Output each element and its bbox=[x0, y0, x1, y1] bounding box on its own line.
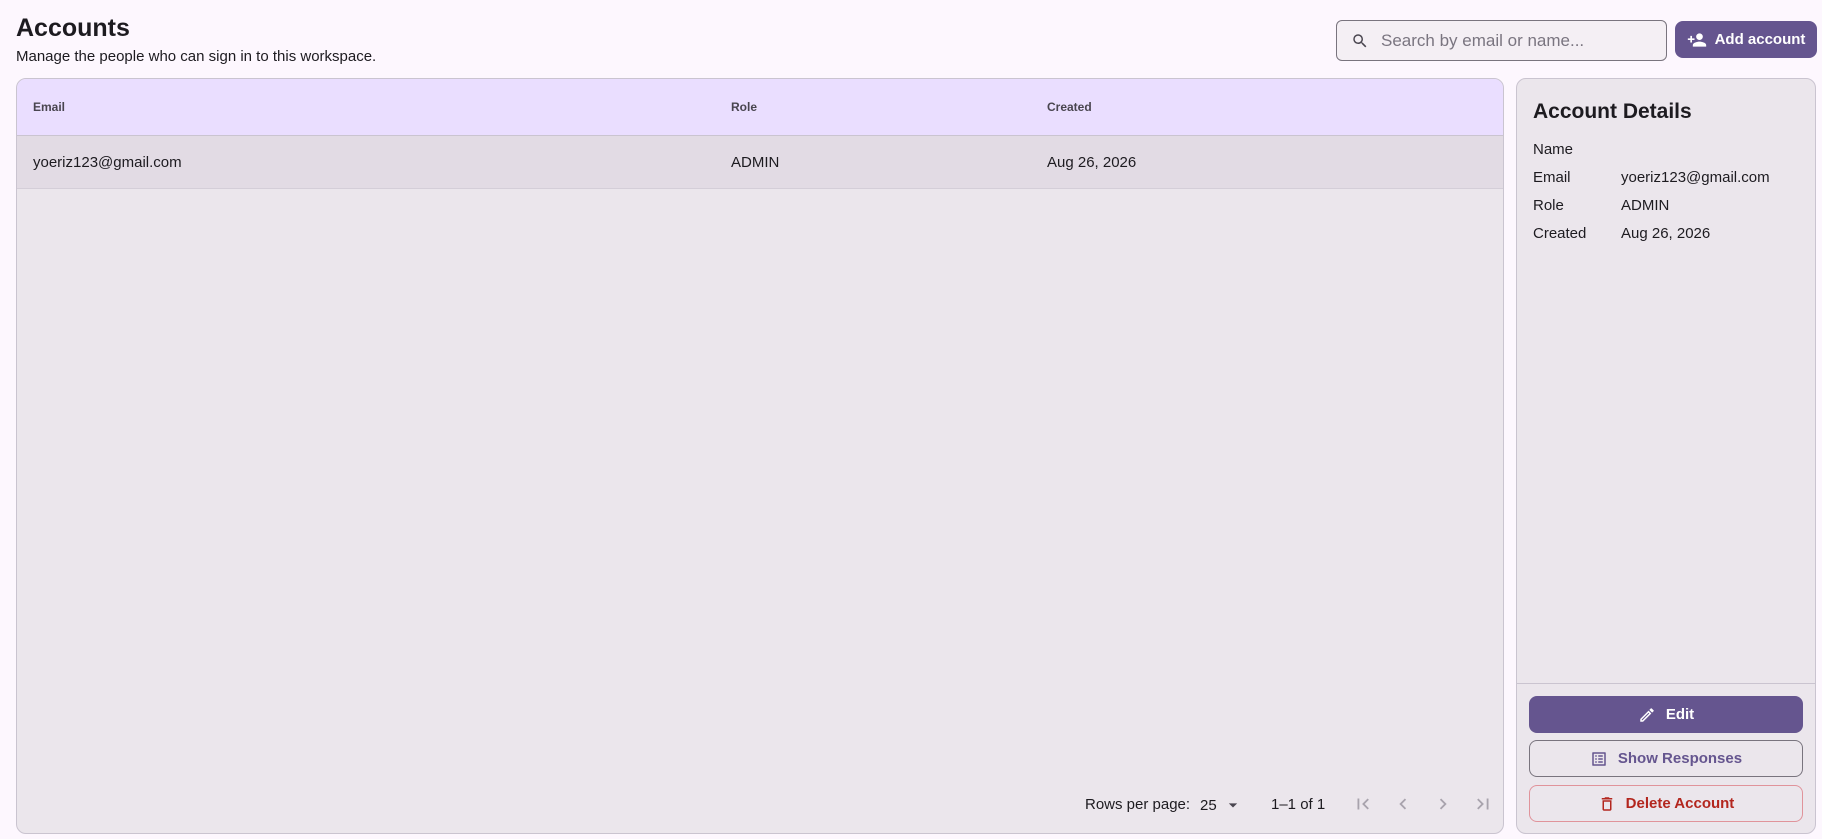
rows-per-page-label: Rows per page: bbox=[1085, 796, 1191, 813]
column-header-created[interactable]: Created bbox=[1047, 100, 1092, 114]
pagination: Rows per page: 25 1–1 of 1 bbox=[17, 777, 1503, 833]
last-page-icon[interactable] bbox=[1471, 792, 1495, 816]
show-responses-label: Show Responses bbox=[1617, 750, 1743, 767]
page-range: 1–1 of 1 bbox=[1271, 796, 1326, 813]
search-icon bbox=[1351, 32, 1369, 50]
details-title: Account Details bbox=[1533, 100, 1692, 123]
list-icon bbox=[1592, 751, 1606, 766]
delete-account-button[interactable]: Delete Account bbox=[1529, 785, 1803, 822]
table-header: Email Role Created bbox=[17, 79, 1503, 136]
details-divider bbox=[1517, 683, 1815, 684]
dropdown-arrow-icon bbox=[1228, 803, 1237, 808]
detail-label: Email bbox=[1533, 169, 1571, 186]
detail-value: yoeriz123@gmail.com bbox=[1621, 169, 1770, 186]
search-field[interactable] bbox=[1336, 20, 1667, 61]
detail-value: ADMIN bbox=[1621, 197, 1670, 214]
person-add-icon bbox=[1687, 30, 1707, 50]
trash-icon bbox=[1601, 796, 1612, 811]
page-title: Accounts bbox=[16, 14, 130, 42]
delete-account-label: Delete Account bbox=[1625, 795, 1735, 812]
page-subtitle: Manage the people who can sign in to thi… bbox=[16, 48, 377, 65]
cell-email: yoeriz123@gmail.com bbox=[33, 154, 182, 171]
add-account-label: Add account bbox=[1714, 31, 1806, 48]
add-account-button[interactable]: Add account bbox=[1675, 21, 1817, 58]
cell-role: ADMIN bbox=[731, 154, 780, 171]
column-header-email[interactable]: Email bbox=[33, 100, 65, 114]
show-responses-button[interactable]: Show Responses bbox=[1529, 740, 1803, 777]
edit-button[interactable]: Edit bbox=[1529, 696, 1803, 733]
rows-per-page-select[interactable]: 25 bbox=[1200, 795, 1243, 815]
table-row[interactable]: yoeriz123@gmail.com ADMIN Aug 26, 2026 bbox=[17, 136, 1503, 189]
previous-page-icon[interactable] bbox=[1391, 792, 1415, 816]
detail-label: Created bbox=[1533, 225, 1587, 242]
search-input[interactable] bbox=[1381, 30, 1641, 51]
edit-label: Edit bbox=[1665, 706, 1695, 723]
detail-label: Role bbox=[1533, 197, 1564, 214]
column-header-role[interactable]: Role bbox=[731, 100, 757, 114]
account-details-panel: Account Details Name Email yoeriz123@gma… bbox=[1516, 78, 1816, 834]
detail-value: Aug 26, 2026 bbox=[1621, 225, 1711, 242]
cell-created: Aug 26, 2026 bbox=[1047, 154, 1137, 171]
pencil-icon bbox=[1640, 707, 1654, 722]
accounts-table: Email Role Created yoeriz123@gmail.com A… bbox=[16, 78, 1504, 834]
detail-label: Name bbox=[1533, 141, 1574, 158]
next-page-icon[interactable] bbox=[1431, 792, 1455, 816]
first-page-icon[interactable] bbox=[1351, 792, 1375, 816]
rows-per-page-value: 25 bbox=[1200, 796, 1217, 814]
